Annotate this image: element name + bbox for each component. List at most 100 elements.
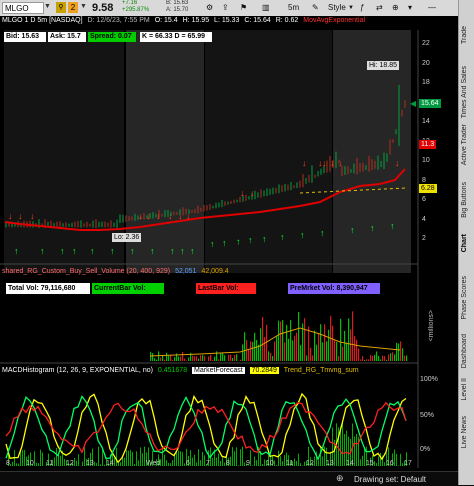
tab-trade[interactable]: Trade: [461, 26, 468, 44]
macd-bar: [176, 452, 177, 466]
crosshair-icon[interactable]: ⊕: [392, 3, 399, 12]
link-group-flag[interactable]: 2: [68, 2, 78, 13]
volume-bar: [294, 336, 295, 361]
volume-bar: [262, 317, 263, 361]
interval-select[interactable]: 5m: [288, 3, 299, 12]
style-dropdown-icon[interactable]: ▼: [348, 5, 354, 11]
volume-study-name[interactable]: shared_RG_Custom_Buy_Sell_Volume (20, 40…: [2, 268, 170, 275]
macd-bar: [302, 465, 303, 466]
chart-config-icon[interactable]: ▥: [262, 3, 270, 12]
volume-bar: [336, 342, 337, 361]
tab-level-ii[interactable]: Level II: [461, 378, 468, 401]
sell-arrow: ↓: [250, 188, 255, 198]
volume-bar: [274, 342, 275, 361]
patterns-icon[interactable]: ⇄: [376, 3, 383, 12]
style-menu[interactable]: Style: [328, 3, 346, 12]
volume-study-v1: 52,051: [175, 268, 196, 275]
macd-bar: [54, 457, 55, 466]
studies-icon[interactable]: ƒ: [360, 3, 364, 12]
volume-study-header[interactable]: shared_RG_Custom_Buy_Sell_Volume (20, 40…: [2, 268, 232, 275]
volume-bar: [196, 356, 197, 361]
macd-bar: [64, 459, 65, 466]
macd-study-name[interactable]: MACDHistogram (12, 26, 9, EXPONENTIAL, n…: [2, 367, 153, 374]
flag-dropdown-icon[interactable]: ▼: [80, 3, 87, 10]
volume-bar: [310, 348, 311, 361]
volume-bar: [316, 345, 317, 361]
macd-bar: [354, 437, 355, 466]
volume-bar: [326, 341, 327, 361]
macd-bar: [126, 450, 127, 466]
chart-info-line: MLGO 1 D 5m [NASDAQ] D: 12/6/23, 7:55 PM…: [2, 17, 368, 24]
volume-bar: [314, 331, 315, 361]
forecast-value: 70.2849: [250, 367, 279, 374]
macd-bar: [342, 423, 343, 466]
volume-bar: [312, 355, 313, 361]
drawing-set-label[interactable]: Drawing set: Default: [354, 475, 426, 484]
symbol-input[interactable]: MLGO: [2, 2, 44, 14]
volume-bar: [296, 333, 297, 361]
macd-bar: [82, 461, 83, 466]
volume-bar: [304, 318, 305, 361]
macd-bar: [282, 461, 283, 466]
sell-arrow: ↓: [178, 211, 183, 221]
buy-arrow: ↑: [350, 225, 355, 235]
volume-bar: [162, 355, 163, 361]
share-icon[interactable]: ⇪: [222, 3, 229, 12]
time-x-tick: 14: [346, 460, 354, 467]
macd-bar: [394, 449, 395, 466]
volume-bar: [194, 356, 195, 361]
buy-arrow: ↑: [60, 246, 65, 256]
macd-bar: [202, 452, 203, 466]
macd-bar: [374, 461, 375, 466]
volume-axis-label: <millions>: [428, 310, 435, 342]
chart-area[interactable]: ↑↑↑↑↑↑↑↑↑↑↑↑↑↑↑↑↑↑↑↑↑↑↓↓↓↓↓↓↓↓↓↓↓↓↓↓↓↓↓: [0, 16, 458, 485]
sell-arrow: ↓: [330, 158, 335, 168]
buy-arrow: ↑: [320, 228, 325, 238]
bid-box: Bid: 15.63: [4, 32, 46, 42]
macd-bar: [400, 454, 401, 466]
macd-bar: [142, 453, 143, 466]
macd-bar: [250, 450, 251, 466]
macd-bar: [322, 456, 323, 466]
volume-bar: [232, 358, 233, 361]
zoom-icon[interactable]: ⊕: [336, 473, 344, 484]
volume-bar: [346, 343, 347, 361]
tab-times-and-sales[interactable]: Times And Sales: [461, 66, 468, 118]
volume-bar: [268, 351, 269, 361]
stoch-box: K = 66.33 D = 65.99: [140, 32, 212, 42]
macd-study-header[interactable]: MACDHistogram (12, 26, 9, EXPONENTIAL, n…: [2, 367, 362, 374]
flag-icon[interactable]: ⚑: [240, 3, 247, 12]
price-y-tick: 8: [422, 177, 426, 184]
tab-live-news[interactable]: Live News: [461, 416, 468, 448]
macd-bar: [304, 462, 305, 466]
minimize-icon[interactable]: ―: [428, 3, 436, 12]
macd-bar: [24, 450, 25, 466]
tab-phase-scores[interactable]: Phase Scores: [461, 276, 468, 320]
level-price-label: 6.28: [419, 184, 437, 193]
tab-big-buttons[interactable]: Big Buttons: [461, 182, 468, 218]
settings-icon[interactable]: ⚙: [206, 3, 213, 12]
time-x-tick: 17: [404, 460, 412, 467]
more-menu-icon[interactable]: ▾: [408, 3, 412, 12]
macd-y-tick: 0%: [420, 446, 430, 453]
tab-dashboard[interactable]: Dashboard: [461, 334, 468, 368]
drawing-pencil-icon[interactable]: ✎: [312, 3, 319, 12]
sell-arrow: ↓: [8, 211, 13, 221]
tab-active-trader[interactable]: Active Trader: [461, 124, 468, 165]
volume-bar: [208, 356, 209, 361]
symbol-dropdown-icon[interactable]: ▼: [44, 3, 51, 10]
buy-arrow: ↑: [110, 246, 115, 256]
ma-study-label[interactable]: MovAvgExponential: [303, 17, 365, 24]
chart-canvas[interactable]: ↑↑↑↑↑↑↑↑↑↑↑↑↑↑↑↑↑↑↑↑↑↑↓↓↓↓↓↓↓↓↓↓↓↓↓↓↓↓↓: [0, 16, 458, 485]
volume-bar: [386, 360, 387, 361]
macd-bar: [294, 459, 295, 466]
macd-bar: [314, 456, 315, 466]
volume-bar: [230, 355, 231, 361]
macd-bar: [278, 451, 279, 466]
tab-chart[interactable]: Chart: [461, 234, 468, 252]
chart-open: O: 15.4: [155, 17, 178, 24]
current-bar-volume-box: CurrentBar Vol: 52,051: [92, 283, 164, 294]
symbol-link-icon[interactable]: ⚲: [56, 2, 66, 13]
volume-bar: [298, 312, 299, 361]
chart-bottom-bar: ⊕ Drawing set: Default: [0, 471, 458, 486]
